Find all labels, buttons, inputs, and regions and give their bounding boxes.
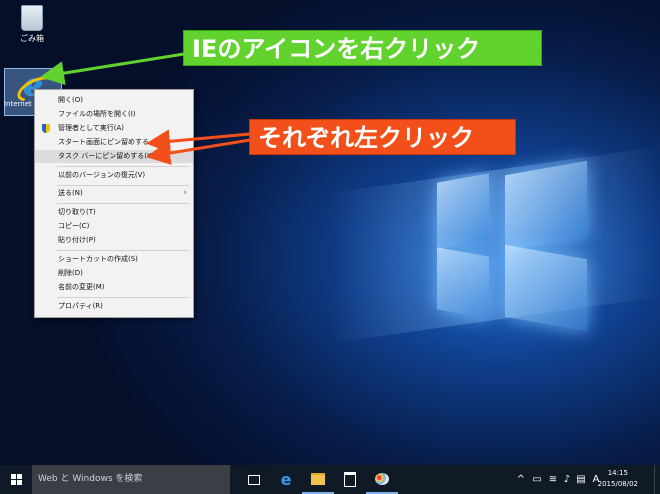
paint-palette-icon — [375, 472, 389, 485]
action-center-icon[interactable]: ▤ — [575, 465, 587, 494]
show-hidden-icons-chevron[interactable]: ^ — [516, 465, 526, 494]
wifi-icon[interactable]: ≋ — [547, 465, 559, 494]
taskbar-edge-button[interactable]: e — [270, 465, 302, 494]
store-bag-icon — [344, 472, 356, 487]
clock-date: 2015/08/02 — [597, 480, 638, 488]
taskbar-file-explorer-button[interactable] — [302, 465, 334, 494]
show-desktop-button[interactable] — [654, 465, 660, 494]
desktop[interactable]: ごみ箱 e Internet Explorer 開く(O) ファイルの場所を開く… — [0, 0, 660, 494]
green-arrow — [40, 52, 185, 86]
battery-icon[interactable]: ▭ — [530, 465, 544, 494]
taskbar-paint-button[interactable] — [366, 465, 398, 494]
taskbar-search-box[interactable]: Web と Windows を検索 — [32, 465, 230, 494]
clock[interactable]: 14:15 2015/08/02 — [598, 468, 638, 490]
callout-arrows — [40, 52, 251, 165]
clock-time: 14:15 — [607, 469, 628, 477]
task-view-icon — [248, 474, 260, 485]
edge-icon: e — [280, 470, 292, 489]
volume-icon[interactable]: ♪ — [561, 465, 573, 494]
taskbar-store-button[interactable] — [334, 465, 366, 494]
task-view-button[interactable] — [238, 465, 270, 494]
start-button[interactable] — [0, 465, 32, 494]
folder-icon — [311, 472, 325, 485]
windows-logo-icon — [11, 474, 22, 485]
taskbar: Web と Windows を検索 e ^ ▭ ≋ ♪ ▤ A 14:15 20… — [0, 465, 660, 494]
